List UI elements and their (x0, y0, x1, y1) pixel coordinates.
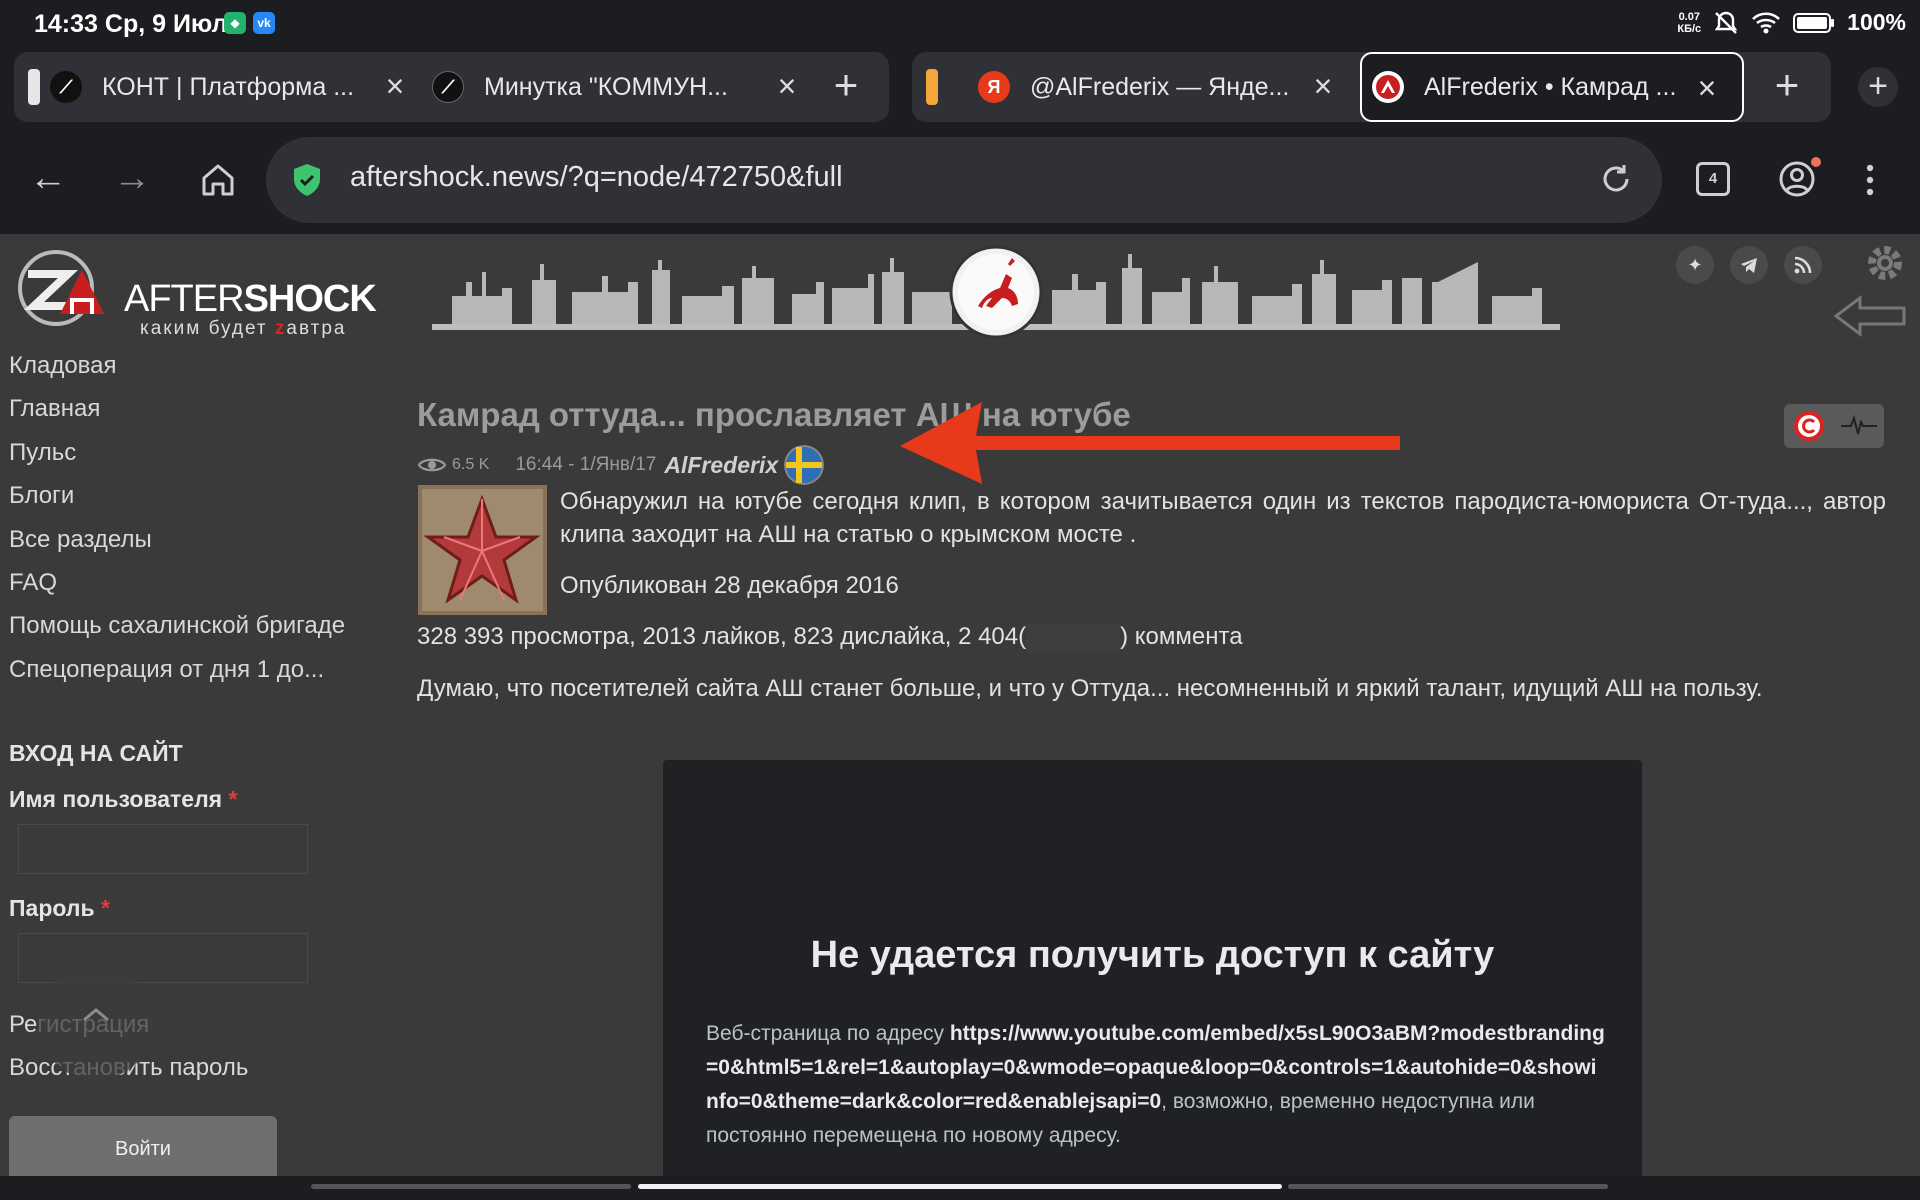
sweden-flag-avatar[interactable] (784, 445, 825, 485)
bell-off-icon (1714, 11, 1738, 34)
username-label: Имя пользователя * (9, 786, 238, 812)
web-page: AFTERSHOCK каким будет zавтра ✦ Кладовая… (0, 234, 1920, 1200)
sidebar-item-4[interactable]: Все разделы (9, 526, 345, 569)
article-paragraph-2: Опубликован 28 декабря 2016 (560, 572, 899, 599)
close-tab-icon[interactable]: × (1690, 72, 1724, 106)
yandex-favicon: Я (978, 71, 1010, 103)
username-input[interactable] (18, 824, 308, 874)
close-tab-icon[interactable]: × (770, 70, 804, 104)
more-menu-icon[interactable] (1858, 160, 1882, 200)
eye-icon (418, 458, 446, 472)
home-indicator[interactable] (638, 1184, 1282, 1189)
embed-error-heading: Не удается получить доступ к сайту (810, 934, 1495, 976)
forward-button[interactable]: → (110, 158, 154, 202)
article-paragraph-3: 328 393 просмотра, 2013 лайков, 823 дисл… (417, 620, 1243, 653)
article-meta: 6.5 K 16:44 - 1/Янв/17 AlFrederix (418, 445, 825, 485)
tab-minutka[interactable]: ⟋ Минутка "КОММУН... × (432, 52, 822, 122)
sidebar-item-3[interactable]: Блоги (9, 482, 345, 525)
sidebar-item-7[interactable]: Спецоперация от дня 1 до... (9, 656, 345, 699)
sidebar-item-0[interactable]: Кладовая (9, 352, 345, 395)
status-time: 14:33 Ср, 9 Июл (34, 10, 228, 38)
gear-icon[interactable] (1862, 240, 1908, 286)
pulse-icon[interactable] (1834, 404, 1884, 448)
chevron-up-icon (83, 1008, 109, 1022)
article-date: 16:44 - 1/Янв/17 (515, 454, 657, 475)
status-bar: 14:33 Ср, 9 Июл ◆ vk 0.07 КБ/с 100% (0, 0, 1920, 46)
reload-icon[interactable] (1594, 157, 1638, 201)
embed-error-text: Веб-страница по адресу https://www.youtu… (706, 1022, 1605, 1147)
tab-aftershock-active[interactable]: AlFrederix • Камрад ... × (1360, 52, 1744, 122)
article-paragraph-4: Думаю, что посетителей сайта АШ станет б… (417, 675, 1763, 702)
sidebar-item-5[interactable]: FAQ (9, 569, 345, 612)
vpn-app-icon: ◆ (224, 12, 246, 34)
address-bar[interactable]: aftershock.news/?q=node/472750&full (266, 137, 1662, 223)
red-annotation-arrow (900, 402, 1400, 484)
view-count: 6.5 K (452, 456, 490, 473)
tab-yandex[interactable]: Я @AlFrederix — Янде... × (978, 52, 1358, 122)
url-text[interactable]: aftershock.news/?q=node/472750&full (350, 161, 843, 194)
account-icon[interactable] (1778, 160, 1816, 198)
login-heading: ВХОД НА САЙТ (9, 740, 183, 766)
scroll-up-button[interactable] (38, 964, 154, 1080)
sidebar-nav: Кладовая Главная Пульс Блоги Все разделы FAQ П… (9, 352, 345, 699)
blurred-value (1026, 622, 1121, 653)
author-link[interactable]: AlFrederix (664, 452, 778, 479)
sidebar-item-6[interactable]: Помощь сахалинской бригаде (9, 612, 345, 655)
vk-app-icon: vk (253, 12, 275, 34)
minutka-favicon: ⟋ (432, 71, 464, 103)
home-icon[interactable] (196, 158, 240, 202)
rss-icon[interactable] (1784, 246, 1822, 284)
close-tab-icon[interactable]: × (1306, 70, 1340, 104)
telegram-icon[interactable] (1730, 246, 1768, 284)
sidebar-item-1[interactable]: Главная (9, 395, 345, 438)
tab-group-2: Я @AlFrederix — Янде... × AlFrederix • К… (912, 52, 1831, 122)
tab-group-color (926, 69, 938, 105)
back-arrow-icon[interactable] (1830, 290, 1910, 340)
gesture-bar (0, 1176, 1920, 1200)
new-tab-button[interactable]: + (1858, 67, 1898, 107)
wifi-icon (1752, 11, 1781, 33)
article-thumbnail-red-star[interactable] (418, 485, 547, 615)
tab-switcher-button[interactable]: 4 (1696, 162, 1730, 196)
logo-globe-icon (18, 250, 104, 326)
kont-favicon: ⟋ (50, 71, 82, 103)
tab-kont[interactable]: ⟋ КОНТ | Платформа ... × (50, 52, 430, 122)
article-paragraph-1: Обнаружил на ютубе сегодня клип, в котор… (560, 488, 1886, 548)
new-tab-in-group-button[interactable]: + (1767, 64, 1807, 107)
network-speed: 0.07 КБ/с (1677, 10, 1702, 35)
close-tab-icon[interactable]: × (378, 70, 412, 104)
shield-check-icon (294, 164, 320, 196)
tab-group-1: ⟋ КОНТ | Платформа ... × ⟋ Минутка "КОММ… (14, 52, 889, 122)
battery-icon (1793, 12, 1835, 33)
site-logo[interactable]: AFTERSHOCK каким будет zавтра (14, 248, 384, 339)
youtube-embed-error: Не удается получить доступ к сайту Веб-с… (663, 760, 1642, 1200)
new-tab-in-group-button[interactable]: + (826, 64, 866, 107)
sidebar-item-2[interactable]: Пульс (9, 439, 345, 482)
sparkle-icon[interactable]: ✦ (1676, 246, 1714, 284)
account-notification-dot (1811, 157, 1821, 167)
password-label: Пароль * (9, 895, 110, 921)
aftershock-favicon (1372, 71, 1404, 103)
copyright-icon[interactable] (1784, 404, 1834, 448)
back-button[interactable]: ← (26, 158, 70, 202)
tab-group-color (28, 69, 40, 105)
st-george-emblem (949, 245, 1043, 339)
battery-level: 100% (1847, 9, 1906, 35)
